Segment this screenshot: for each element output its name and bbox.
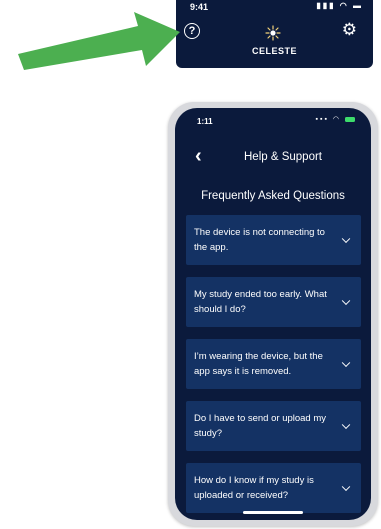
faq-question: My study ended too early. What should I … [194, 289, 327, 315]
status-bar: 1:11 ▪▪▪ ◠ [175, 108, 371, 128]
chevron-down-icon [341, 482, 351, 492]
help-icon-glyph: ? [188, 25, 196, 37]
chevron-down-icon [341, 420, 351, 430]
faq-question: Do I have to send or upload my study? [194, 413, 327, 439]
chevron-down-icon [341, 358, 351, 368]
celeste-logo-icon [265, 25, 281, 41]
help-icon[interactable]: ? [184, 23, 200, 39]
faq-question: How do I know if my study is uploaded or… [194, 475, 314, 501]
home-indicator [243, 511, 303, 514]
phone-frame: 1:11 ▪▪▪ ◠ ‹ Help & Support Frequently A… [168, 102, 378, 526]
faq-item[interactable]: Do I have to send or upload my study? [186, 401, 361, 451]
battery-icon [345, 116, 355, 122]
faq-item[interactable]: I’m wearing the device, but the app says… [186, 339, 361, 389]
faq-question: I’m wearing the device, but the app says… [194, 351, 323, 377]
home-header: 9:41 ▮▮▮ ◠ ▬ ? CELESTE ⚙ [176, 0, 373, 68]
help-support-screen: 1:11 ▪▪▪ ◠ ‹ Help & Support Frequently A… [175, 108, 371, 520]
faq-question: The device is not connecting to the app. [194, 227, 325, 253]
logo-text: CELESTE [251, 46, 297, 56]
faq-item[interactable]: My study ended too early. What should I … [186, 277, 361, 327]
faq-item[interactable]: The device is not connecting to the app. [186, 215, 361, 265]
home-status-icons: ▮▮▮ ◠ ▬ [316, 1, 363, 10]
gear-icon[interactable]: ⚙ [342, 21, 357, 38]
status-icons: ▪▪▪ ◠ [316, 115, 355, 123]
callout-arrow [18, 12, 180, 70]
chevron-down-icon [341, 296, 351, 306]
home-status-bar: 9:41 ▮▮▮ ◠ ▬ [176, 0, 373, 14]
callout-arrow-shape [18, 12, 180, 70]
faq-item[interactable]: How do I know if my study is uploaded or… [186, 463, 361, 513]
chevron-down-icon [341, 234, 351, 244]
home-status-time: 9:41 [190, 2, 209, 12]
nav-bar: ‹ Help & Support [175, 146, 371, 170]
status-time: 1:11 [197, 117, 213, 126]
signal-wifi-icons: ▪▪▪ ◠ [315, 116, 342, 123]
faq-section-title: Frequently Asked Questions [201, 190, 345, 202]
page-title: Help & Support [244, 151, 322, 163]
